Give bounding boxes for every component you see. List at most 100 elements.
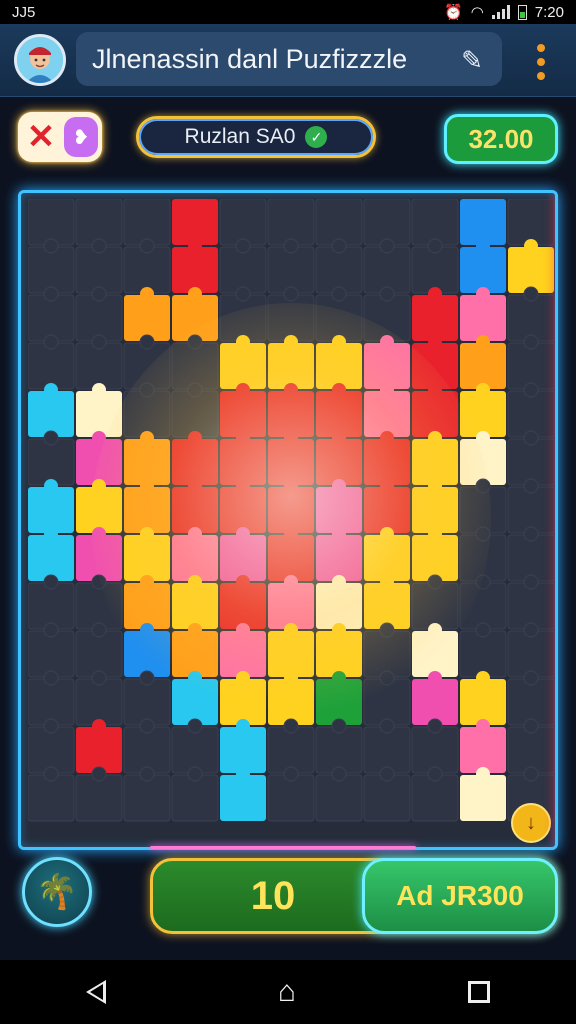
puzzle-piece[interactable] bbox=[172, 287, 218, 341]
empty-slot[interactable] bbox=[28, 574, 75, 630]
puzzle-piece[interactable] bbox=[412, 383, 458, 437]
puzzle-piece[interactable] bbox=[220, 623, 266, 677]
puzzle-piece[interactable] bbox=[460, 287, 506, 341]
empty-slot[interactable] bbox=[363, 670, 411, 726]
puzzle-piece[interactable] bbox=[460, 239, 506, 293]
empty-slot[interactable] bbox=[171, 766, 219, 822]
empty-slot[interactable] bbox=[363, 718, 411, 774]
empty-slot[interactable] bbox=[459, 478, 507, 534]
puzzle-piece[interactable] bbox=[412, 623, 458, 677]
empty-slot[interactable] bbox=[459, 622, 507, 678]
puzzle-piece[interactable] bbox=[268, 623, 314, 677]
empty-slot[interactable] bbox=[123, 382, 171, 438]
puzzle-piece[interactable] bbox=[76, 719, 122, 773]
empty-slot[interactable] bbox=[28, 670, 75, 726]
puzzle-piece[interactable] bbox=[316, 335, 362, 389]
watch-ad-button[interactable]: Ad JR300 bbox=[362, 858, 558, 934]
empty-slot[interactable] bbox=[28, 622, 75, 678]
puzzle-piece[interactable] bbox=[124, 431, 170, 485]
recent-apps-icon[interactable] bbox=[468, 981, 490, 1003]
empty-slot[interactable] bbox=[171, 718, 219, 774]
puzzle-piece[interactable] bbox=[412, 431, 458, 485]
empty-slot[interactable] bbox=[75, 238, 123, 294]
empty-slot[interactable] bbox=[28, 334, 75, 390]
puzzle-piece[interactable] bbox=[268, 479, 314, 533]
empty-slot[interactable] bbox=[267, 766, 315, 822]
puzzle-piece[interactable] bbox=[412, 335, 458, 389]
puzzle-piece[interactable] bbox=[460, 335, 506, 389]
empty-slot[interactable] bbox=[75, 622, 123, 678]
empty-slot[interactable] bbox=[363, 238, 411, 294]
puzzle-piece[interactable] bbox=[220, 335, 266, 389]
puzzle-piece[interactable] bbox=[220, 527, 266, 581]
puzzle-piece[interactable] bbox=[76, 431, 122, 485]
avatar[interactable] bbox=[14, 34, 66, 86]
coin-icon[interactable]: ↓ bbox=[511, 803, 551, 843]
puzzle-piece[interactable] bbox=[268, 335, 314, 389]
puzzle-piece[interactable] bbox=[460, 767, 506, 821]
empty-slot[interactable] bbox=[315, 766, 363, 822]
empty-slot[interactable] bbox=[411, 238, 459, 294]
puzzle-piece[interactable] bbox=[172, 575, 218, 629]
empty-slot[interactable] bbox=[507, 334, 555, 390]
puzzle-piece[interactable] bbox=[172, 199, 218, 245]
empty-slot[interactable] bbox=[171, 382, 219, 438]
empty-slot[interactable] bbox=[507, 574, 555, 630]
empty-slot[interactable] bbox=[315, 238, 363, 294]
puzzle-board[interactable]: ↓ bbox=[18, 190, 558, 850]
empty-slot[interactable] bbox=[315, 718, 363, 774]
puzzle-piece[interactable] bbox=[172, 623, 218, 677]
empty-slot[interactable] bbox=[507, 286, 555, 342]
empty-slot[interactable] bbox=[28, 430, 75, 486]
empty-slot[interactable] bbox=[75, 286, 123, 342]
puzzle-piece[interactable] bbox=[172, 527, 218, 581]
puzzle-piece[interactable] bbox=[124, 287, 170, 341]
empty-slot[interactable] bbox=[267, 238, 315, 294]
puzzle-grid[interactable] bbox=[28, 199, 556, 843]
puzzle-piece[interactable] bbox=[268, 527, 314, 581]
empty-slot[interactable] bbox=[459, 526, 507, 582]
puzzle-piece[interactable] bbox=[364, 479, 410, 533]
puzzle-piece[interactable] bbox=[508, 239, 554, 293]
empty-slot[interactable] bbox=[75, 334, 123, 390]
empty-slot[interactable] bbox=[28, 718, 75, 774]
puzzle-piece[interactable] bbox=[316, 575, 362, 629]
close-icon[interactable]: ✕ bbox=[18, 117, 64, 157]
empty-slot[interactable] bbox=[267, 718, 315, 774]
empty-slot[interactable] bbox=[411, 718, 459, 774]
puzzle-piece[interactable] bbox=[76, 527, 122, 581]
empty-slot[interactable] bbox=[123, 718, 171, 774]
puzzle-piece[interactable] bbox=[364, 575, 410, 629]
empty-slot[interactable] bbox=[507, 670, 555, 726]
edit-pen-icon[interactable]: ✎ bbox=[452, 40, 492, 80]
empty-slot[interactable] bbox=[219, 238, 267, 294]
puzzle-piece[interactable] bbox=[412, 671, 458, 725]
puzzle-piece[interactable] bbox=[412, 479, 458, 533]
puzzle-piece[interactable] bbox=[220, 383, 266, 437]
back-icon[interactable] bbox=[85, 980, 106, 1004]
empty-slot[interactable] bbox=[267, 199, 315, 246]
puzzle-piece[interactable] bbox=[316, 479, 362, 533]
puzzle-piece[interactable] bbox=[460, 671, 506, 725]
puzzle-piece[interactable] bbox=[220, 719, 266, 773]
empty-slot[interactable] bbox=[363, 286, 411, 342]
empty-slot[interactable] bbox=[507, 622, 555, 678]
empty-slot[interactable] bbox=[28, 286, 75, 342]
empty-slot[interactable] bbox=[459, 574, 507, 630]
puzzle-piece[interactable] bbox=[460, 431, 506, 485]
puzzle-piece[interactable] bbox=[316, 383, 362, 437]
empty-slot[interactable] bbox=[315, 199, 363, 246]
puzzle-piece[interactable] bbox=[28, 527, 74, 581]
puzzle-piece[interactable] bbox=[220, 671, 266, 725]
empty-slot[interactable] bbox=[75, 199, 123, 246]
puzzle-piece[interactable] bbox=[124, 575, 170, 629]
puzzle-piece[interactable] bbox=[172, 671, 218, 725]
puzzle-piece[interactable] bbox=[172, 431, 218, 485]
puzzle-piece[interactable] bbox=[124, 623, 170, 677]
empty-slot[interactable] bbox=[123, 670, 171, 726]
empty-slot[interactable] bbox=[411, 766, 459, 822]
puzzle-piece[interactable] bbox=[220, 575, 266, 629]
puzzle-piece[interactable] bbox=[268, 575, 314, 629]
home-icon[interactable]: ⌂ bbox=[278, 975, 296, 1009]
island-icon[interactable]: 🌴 bbox=[22, 857, 92, 927]
